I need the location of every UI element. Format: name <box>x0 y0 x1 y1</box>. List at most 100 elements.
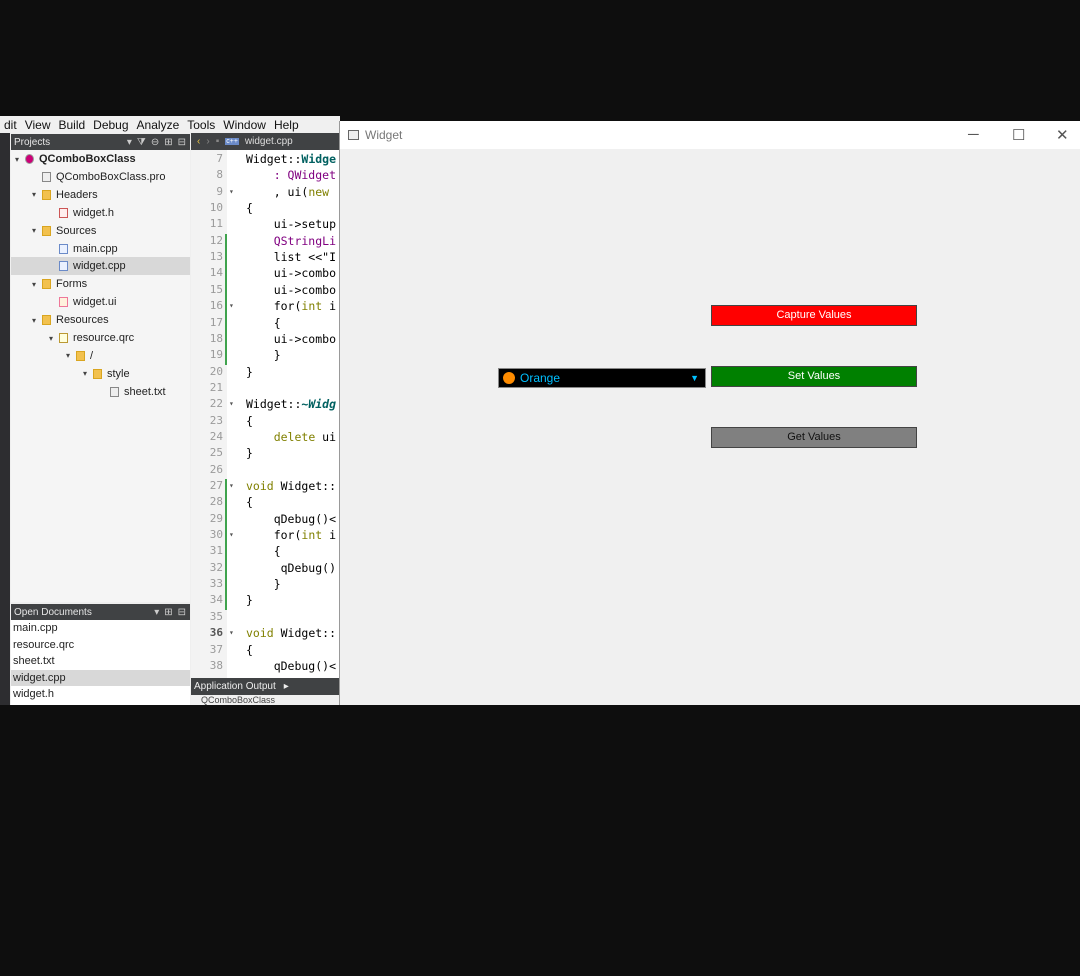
line-number: 11 <box>209 217 223 231</box>
menu-analyze[interactable]: Analyze <box>133 118 184 132</box>
open-document-item[interactable]: sheet.txt <box>11 653 190 670</box>
menu-help[interactable]: Help <box>270 118 303 132</box>
line-number: 13 <box>209 250 223 264</box>
tree-item[interactable]: ▾ Forms <box>11 275 190 293</box>
fold-marker-icon[interactable]: ▾ <box>229 399 234 408</box>
project-tree[interactable]: ▾ QComboBoxClass QComboBoxClass.pro ▾ Header… <box>11 150 190 602</box>
chevron-down-icon[interactable]: ▾ <box>49 334 59 343</box>
tree-item[interactable]: main.cpp <box>11 240 190 258</box>
tree-item[interactable]: widget.cpp <box>11 257 190 276</box>
menu-view[interactable]: View <box>21 118 55 132</box>
set-values-button[interactable]: Set Values <box>711 366 917 387</box>
mode-selector-strip[interactable] <box>0 133 10 705</box>
line-number: 27 <box>209 479 223 492</box>
capture-values-button[interactable]: Capture Values <box>711 305 917 326</box>
fold-marker-icon[interactable]: ▾ <box>229 530 234 539</box>
line-number: 37 <box>209 642 223 656</box>
close-icon[interactable]: ✕ <box>1056 126 1069 144</box>
tree-item-label: / <box>90 349 94 362</box>
menu-edit[interactable]: dit <box>0 118 21 132</box>
window-app-icon <box>348 130 359 140</box>
chevron-down-icon[interactable]: ▾ <box>32 316 42 325</box>
code-line: { <box>246 201 253 216</box>
chevron-down-icon[interactable]: ▾ <box>127 137 132 148</box>
tree-item[interactable]: ▾ QComboBoxClass <box>11 150 190 168</box>
code-line: ui->combo <box>246 282 337 297</box>
tree-item[interactable]: ▾ resource.qrc <box>11 329 190 347</box>
menu-debug[interactable]: Debug <box>89 118 132 132</box>
line-number: 16 <box>209 299 223 313</box>
line-number: 9 <box>216 184 223 198</box>
chevron-down-icon[interactable]: ▾ <box>32 280 42 289</box>
chevron-down-icon[interactable]: ▾ <box>15 155 25 164</box>
menu-window[interactable]: Window <box>219 118 270 132</box>
header-file-icon <box>59 207 68 218</box>
maximize-icon[interactable]: ☐ <box>1012 126 1025 144</box>
menu-tools[interactable]: Tools <box>183 118 219 132</box>
open-documents-list[interactable]: main.cpp resource.qrc sheet.txt widget.cpp w… <box>11 620 190 705</box>
tree-item[interactable]: sheet.txt <box>11 383 190 401</box>
get-values-button[interactable]: Get Values <box>711 427 917 448</box>
split-icon[interactable]: ⊞ <box>164 607 172 618</box>
tree-item[interactable]: ▾ / <box>11 347 190 365</box>
orange-fruit-icon <box>503 372 515 384</box>
open-document-item[interactable]: widget.cpp <box>11 669 190 686</box>
editor-file-tab[interactable]: widget.cpp <box>245 136 293 147</box>
close-panel-icon[interactable]: ⊟ <box>178 607 186 618</box>
open-document-item[interactable]: resource.qrc <box>11 637 190 654</box>
lock-icon: ▪ <box>215 136 220 147</box>
code-line: } <box>246 577 281 592</box>
run-icon[interactable]: ▸ <box>284 681 289 692</box>
chevron-down-icon[interactable]: ▾ <box>66 351 76 360</box>
forward-arrow-icon[interactable]: › <box>206 136 209 147</box>
tree-item[interactable]: ▾ style <box>11 365 190 383</box>
back-arrow-icon[interactable]: ‹ <box>197 136 200 147</box>
code-line: { <box>246 315 281 330</box>
fruit-combo-box[interactable]: Orange ▼ <box>498 368 706 388</box>
filter-icon[interactable]: ⧩ <box>137 137 146 148</box>
close-panel-icon[interactable]: ⊟ <box>178 137 186 148</box>
line-number: 18 <box>209 331 223 345</box>
line-number: 8 <box>216 168 223 182</box>
fold-marker-icon[interactable]: ▾ <box>229 301 234 310</box>
tree-item[interactable]: QComboBoxClass.pro <box>11 168 190 186</box>
fold-marker-icon[interactable]: ▾ <box>229 628 234 637</box>
tree-item-label: Headers <box>56 188 98 201</box>
tree-item[interactable]: widget.ui <box>11 293 190 311</box>
tree-item[interactable]: widget.h <box>11 204 190 222</box>
chevron-down-icon[interactable]: ▼ <box>690 373 699 383</box>
app-output-tab[interactable]: QComboBoxClass <box>201 695 275 705</box>
open-document-item[interactable]: widget.h <box>11 686 190 703</box>
tree-item[interactable]: ▾ Resources <box>11 311 190 329</box>
project-icon <box>25 154 34 164</box>
link-icon[interactable]: ⊖ <box>151 137 159 148</box>
code-line: ui->combo <box>246 331 337 346</box>
fold-marker-icon[interactable]: ▾ <box>229 187 234 196</box>
open-document-item[interactable]: main.cpp <box>11 620 190 637</box>
tree-item[interactable]: ▾ Sources <box>11 222 190 240</box>
projects-panel-title: Projects <box>14 136 51 148</box>
tree-item-label: Resources <box>56 314 109 327</box>
window-titlebar[interactable]: Widget ─ ☐ ✕ <box>340 121 1080 149</box>
tree-item-label: resource.qrc <box>73 332 135 344</box>
split-icon[interactable]: ⊞ <box>164 137 172 148</box>
qrc-file-icon <box>59 333 68 343</box>
open-documents-title: Open Documents <box>14 606 92 618</box>
chevron-down-icon[interactable]: ▾ <box>154 607 159 618</box>
code-line: } <box>246 348 281 363</box>
chevron-down-icon[interactable]: ▾ <box>32 226 42 235</box>
fold-marker-icon[interactable]: ▾ <box>229 481 234 490</box>
tree-item[interactable]: ▾ Headers <box>11 186 190 204</box>
minimize-icon[interactable]: ─ <box>968 126 979 143</box>
open-documents-header: Open Documents ▾ ⊞ ⊟ <box>11 604 190 620</box>
line-number: 26 <box>209 462 223 476</box>
code-line: ui->combo <box>246 266 337 281</box>
chevron-down-icon[interactable]: ▾ <box>83 369 93 378</box>
line-number: 33 <box>209 577 223 591</box>
chevron-down-icon[interactable]: ▾ <box>32 190 42 199</box>
widget-window: Widget ─ ☐ ✕ Capture Values Orange ▼ Set… <box>339 121 1080 705</box>
menu-build[interactable]: Build <box>54 118 89 132</box>
code-line: qDebug()< <box>246 658 337 673</box>
code-editor[interactable]: 7 Widget::Widge 8 : QWidget 9 ▾ , ui(new 10{… <box>191 150 340 678</box>
line-number: 31 <box>209 544 223 558</box>
